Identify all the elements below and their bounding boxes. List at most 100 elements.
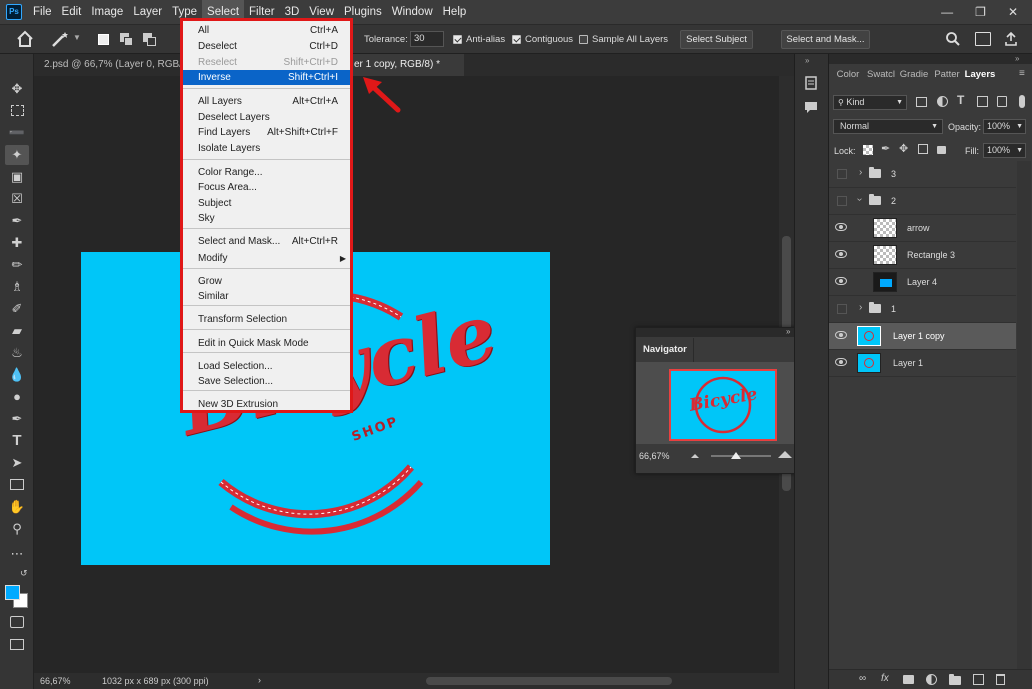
lasso-tool-icon[interactable]: ➖ <box>5 123 29 143</box>
visibility-empty-box[interactable] <box>837 169 847 179</box>
eraser-tool-icon[interactable]: ▰ <box>5 321 29 341</box>
eye-icon[interactable] <box>835 250 847 258</box>
menu-item-load-selection[interactable]: Load Selection... <box>183 359 350 374</box>
status-chevron-icon[interactable]: › <box>258 675 261 685</box>
filter-kind-select[interactable]: ⚲ Kind ▼ <box>833 95 907 110</box>
antialias-checkbox[interactable] <box>453 35 462 44</box>
comments-panel-icon[interactable] <box>804 101 818 113</box>
new-group-icon[interactable] <box>949 674 961 685</box>
share-icon[interactable] <box>1003 31 1019 47</box>
adjustment-layer-icon[interactable] <box>926 674 937 685</box>
paint-bucket-tool-icon[interactable]: ♨ <box>5 343 29 363</box>
filter-shape-icon[interactable] <box>977 96 988 107</box>
layers-scrollbar[interactable] <box>1017 161 1031 671</box>
zoom-out-icon[interactable] <box>691 454 699 458</box>
menu-item-color-range[interactable]: Color Range... <box>183 165 350 180</box>
menu-item-new-3d-extrusion[interactable]: New 3D Extrusion <box>183 397 350 412</box>
close-window-icon[interactable]: ✕ <box>1008 5 1018 19</box>
menu-edit[interactable]: Edit <box>57 0 87 24</box>
lock-transparent-icon[interactable] <box>863 145 873 155</box>
magic-wand-icon[interactable] <box>50 30 72 48</box>
tolerance-input[interactable]: 30 <box>410 31 444 47</box>
select-subject-button[interactable]: Select Subject <box>680 30 753 49</box>
marquee-tool-icon[interactable] <box>5 101 29 121</box>
photoshop-logo-icon[interactable]: Ps <box>6 4 22 20</box>
new-selection-icon[interactable] <box>98 34 109 45</box>
navigator-preview-thumbnail[interactable]: Bicycle <box>669 369 777 441</box>
navigator-zoom-slider[interactable] <box>711 452 771 459</box>
filter-pixel-icon[interactable] <box>916 97 927 107</box>
zoom-tool-icon[interactable]: ⚲ <box>5 519 29 539</box>
menu-item-subject[interactable]: Subject <box>183 196 350 211</box>
fill-input[interactable]: 100% ▼ <box>983 143 1026 158</box>
lock-all-icon[interactable] <box>937 146 946 154</box>
search-icon[interactable] <box>945 31 961 47</box>
tool-preset-chevron-icon[interactable]: ▼ <box>73 33 81 42</box>
pen-tool-icon[interactable]: ✒ <box>5 409 29 429</box>
layer-row-layer-4[interactable]: Layer 4 <box>829 269 1016 296</box>
menu-item-similar[interactable]: Similar <box>183 289 350 304</box>
magic-wand-tool-icon[interactable]: ✦ <box>5 145 29 165</box>
visibility-empty-box[interactable] <box>837 304 847 314</box>
menu-item-find-layers[interactable]: Find Layers Alt+Shift+Ctrl+F <box>183 125 350 140</box>
menu-item-all-layers[interactable]: All Layers Alt+Ctrl+A <box>183 94 350 109</box>
navigator-zoom-handle[interactable] <box>731 452 741 459</box>
blend-mode-select[interactable]: Normal ▼ <box>833 119 943 134</box>
tab-layers[interactable]: Layers <box>963 64 997 86</box>
eyedropper-tool-icon[interactable]: ✒ <box>5 211 29 231</box>
menu-item-grow[interactable]: Grow <box>183 274 350 289</box>
expand-chevron-icon[interactable]: › <box>859 302 862 313</box>
healing-brush-tool-icon[interactable]: ✚ <box>5 233 29 253</box>
layer-row-group-3[interactable]: › 3 <box>829 161 1016 188</box>
menu-item-deselect-layers[interactable]: Deselect Layers <box>183 110 350 125</box>
collapse-chevron-icon[interactable]: › <box>854 198 865 201</box>
menu-item-all[interactable]: All Ctrl+A <box>183 23 350 38</box>
menu-item-deselect[interactable]: Deselect Ctrl+D <box>183 39 350 54</box>
fx-icon[interactable]: fx <box>881 673 889 684</box>
path-selection-tool-icon[interactable]: ➤ <box>5 453 29 473</box>
opacity-input[interactable]: 100% ▼ <box>983 119 1026 134</box>
history-brush-tool-icon[interactable]: ✐ <box>5 299 29 319</box>
tab-gradients[interactable]: Gradie <box>898 64 930 86</box>
new-layer-icon[interactable] <box>973 674 984 685</box>
menu-image[interactable]: Image <box>86 0 128 24</box>
layer-row-group-1[interactable]: › 1 <box>829 296 1016 323</box>
lock-position-icon[interactable]: ✥ <box>899 142 908 155</box>
type-tool-icon[interactable]: T <box>5 431 29 451</box>
menu-item-sky[interactable]: Sky <box>183 211 350 226</box>
menu-item-transform-selection[interactable]: Transform Selection <box>183 312 350 327</box>
lock-image-icon[interactable]: ✒ <box>881 142 890 155</box>
tab-color[interactable]: Color <box>833 64 863 86</box>
delete-layer-icon[interactable] <box>996 674 1005 685</box>
layer-row-group-2[interactable]: › 2 <box>829 188 1016 215</box>
subtract-selection-icon[interactable] <box>143 33 157 46</box>
quick-mask-icon[interactable] <box>10 616 24 628</box>
menu-file[interactable]: File <box>28 0 57 24</box>
crop-tool-icon[interactable]: ▣ <box>5 167 29 187</box>
hand-tool-icon[interactable]: ✋ <box>5 497 29 517</box>
link-layers-icon[interactable]: ∞ <box>859 673 866 684</box>
move-tool-icon[interactable]: ✥ <box>5 79 29 99</box>
eye-icon[interactable] <box>835 277 847 285</box>
menu-item-save-selection[interactable]: Save Selection... <box>183 374 350 389</box>
menu-layer[interactable]: Layer <box>128 0 167 24</box>
strip-expand-icon[interactable]: » <box>805 56 809 65</box>
panel-menu-icon[interactable]: ≡ <box>1019 68 1025 79</box>
filter-adjustment-icon[interactable] <box>937 96 948 107</box>
filter-toggle-icon[interactable] <box>1019 95 1025 108</box>
menu-help[interactable]: Help <box>438 0 472 24</box>
menu-item-select-and-mask[interactable]: Select and Mask... Alt+Ctrl+R <box>183 234 350 249</box>
navigator-tab[interactable]: Navigator <box>636 338 694 362</box>
restore-icon[interactable]: ❐ <box>975 5 986 19</box>
eye-icon[interactable] <box>835 223 847 231</box>
menu-item-isolate-layers[interactable]: Isolate Layers <box>183 141 350 156</box>
brush-tool-icon[interactable]: ✏ <box>5 255 29 275</box>
expand-chevron-icon[interactable]: › <box>859 167 862 178</box>
status-zoom[interactable]: 66,67% <box>40 676 71 686</box>
layer-row-layer-1[interactable]: Layer 1 <box>829 350 1016 377</box>
canvas-horizontal-scroll-thumb[interactable] <box>426 677 672 685</box>
eye-icon[interactable] <box>835 331 847 339</box>
swap-colors-icon[interactable]: ↺ <box>20 568 28 579</box>
menu-item-edit-in-quick-mask-mode[interactable]: Edit in Quick Mask Mode <box>183 336 350 351</box>
visibility-empty-box[interactable] <box>837 196 847 206</box>
